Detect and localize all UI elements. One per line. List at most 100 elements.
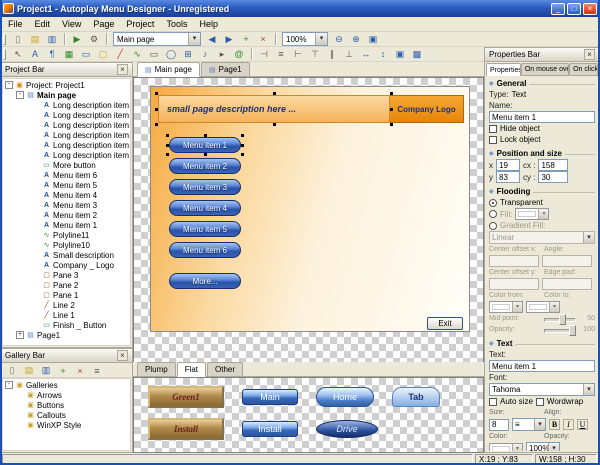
- properties-tab[interactable]: On click: [569, 63, 598, 75]
- gallery-thumbnail[interactable]: Main: [242, 389, 298, 405]
- gradient-type-select[interactable]: Linear▾: [489, 231, 595, 244]
- close-button[interactable]: ×: [583, 3, 597, 15]
- toolbar-grip[interactable]: [3, 49, 6, 60]
- tree-expand-toggle[interactable]: +: [16, 331, 24, 339]
- open-project-icon[interactable]: ▤: [27, 32, 43, 46]
- open-gallery-icon[interactable]: ▤: [21, 364, 37, 378]
- align-center-icon[interactable]: ≡: [273, 47, 289, 61]
- line-tool-icon[interactable]: ╱: [112, 47, 128, 61]
- add-gallery-item-icon[interactable]: +: [55, 364, 71, 378]
- menu-item[interactable]: View: [56, 19, 87, 29]
- tree-item[interactable]: ALong description item 3: [3, 130, 130, 140]
- align-left-icon[interactable]: ⊣: [256, 47, 272, 61]
- tree-item[interactable]: ▣Callouts: [3, 410, 130, 420]
- center-offset-x-input[interactable]: [489, 255, 539, 267]
- zoom-out-icon[interactable]: ⊖: [331, 32, 347, 46]
- rectangle-tool-icon[interactable]: ▭: [146, 47, 162, 61]
- wordwrap-checkbox[interactable]: [536, 398, 544, 406]
- image-tool-icon[interactable]: ▦: [61, 47, 77, 61]
- hide-object-checkbox[interactable]: [489, 125, 497, 133]
- text-opacity-select[interactable]: 100%▾: [526, 442, 560, 451]
- button-tool-icon[interactable]: ▭: [78, 47, 94, 61]
- page-tab[interactable]: ▤Page1: [201, 62, 250, 76]
- zoom-combobox[interactable]: 100% ▾: [282, 32, 328, 46]
- pointer-tool-icon[interactable]: ↖: [10, 47, 26, 61]
- dropdown-arrow-icon[interactable]: ▾: [315, 33, 327, 45]
- tree-item[interactable]: AMenu item 4: [3, 190, 130, 200]
- color-to-select[interactable]: ▾: [526, 301, 560, 313]
- tree-item[interactable]: -▣Project: Project1: [3, 80, 130, 90]
- new-gallery-icon[interactable]: ▯: [4, 364, 20, 378]
- tree-item[interactable]: ALong description item 4: [3, 120, 130, 130]
- properties-bar-close-button[interactable]: ×: [584, 49, 595, 60]
- fill-color-select[interactable]: ▾: [515, 208, 549, 220]
- tree-item[interactable]: AMenu item 5: [3, 180, 130, 190]
- tree-item[interactable]: +▤Page1: [3, 330, 130, 340]
- build-icon[interactable]: ⚙: [86, 32, 102, 46]
- menu-item[interactable]: Page: [87, 19, 120, 29]
- lock-object-checkbox[interactable]: [489, 136, 497, 144]
- gallery-thumbnail[interactable]: Home: [316, 387, 374, 407]
- menu-item-object[interactable]: Menu item 1: [169, 137, 241, 153]
- section-general[interactable]: ◆ General: [489, 77, 595, 89]
- minimize-button[interactable]: _: [551, 3, 565, 15]
- menu-item-object[interactable]: Menu item 2: [169, 158, 241, 174]
- tree-item[interactable]: ASmall description: [3, 250, 130, 260]
- tree-item[interactable]: AMenu item 2: [3, 210, 130, 220]
- preview-icon[interactable]: ▶: [69, 32, 85, 46]
- tree-expand-toggle[interactable]: -: [5, 81, 13, 89]
- tree-item[interactable]: ALong description item 6: [3, 100, 130, 110]
- align-bottom-icon[interactable]: ⊥: [341, 47, 357, 61]
- view-mode-icon[interactable]: ≡: [89, 364, 105, 378]
- gallery-tab[interactable]: Other: [207, 362, 243, 376]
- toolbar-grip[interactable]: [3, 34, 6, 45]
- sound-tool-icon[interactable]: ♪: [197, 47, 213, 61]
- next-page-icon[interactable]: ▶: [221, 32, 237, 46]
- page-combobox[interactable]: Main page ▾: [113, 32, 201, 46]
- tree-item[interactable]: ▢Pane 1: [3, 290, 130, 300]
- polyline-tool-icon[interactable]: ∿: [129, 47, 145, 61]
- properties-tab[interactable]: On mouse over: [521, 63, 569, 75]
- menu-item-object[interactable]: Menu item 3: [169, 179, 241, 195]
- text-color-select[interactable]: ▾: [489, 443, 523, 452]
- delete-page-icon[interactable]: ×: [255, 32, 271, 46]
- fill-radio[interactable]: [489, 210, 497, 218]
- gallery-thumbnail[interactable]: Drive: [316, 420, 378, 438]
- font-select[interactable]: Tahoma▾: [489, 383, 595, 396]
- menu-item[interactable]: Help: [193, 19, 224, 29]
- tree-item[interactable]: AMenu item 6: [3, 170, 130, 180]
- gallery-thumbnail[interactable]: Green1: [148, 386, 224, 408]
- tree-item[interactable]: ALong description item 5: [3, 110, 130, 120]
- more-button-object[interactable]: More...: [169, 273, 241, 289]
- y-input[interactable]: [496, 171, 520, 183]
- gallery-thumbnail[interactable]: Install: [242, 421, 298, 437]
- same-width-icon[interactable]: ↔: [358, 47, 374, 61]
- tree-item[interactable]: ▣Arrows: [3, 390, 130, 400]
- name-input[interactable]: [489, 111, 595, 123]
- bold-button[interactable]: B: [549, 419, 560, 430]
- web-tool-icon[interactable]: @: [231, 47, 247, 61]
- properties-tab[interactable]: Properties: [486, 63, 521, 76]
- italic-button[interactable]: I: [563, 419, 574, 430]
- delete-gallery-item-icon[interactable]: ×: [72, 364, 88, 378]
- tree-item[interactable]: ▭Finish _ Button: [3, 320, 130, 330]
- align-right-icon[interactable]: ⊢: [290, 47, 306, 61]
- menu-item[interactable]: Tools: [160, 19, 193, 29]
- new-project-icon[interactable]: ▯: [10, 32, 26, 46]
- exit-button-object[interactable]: Exit: [427, 317, 463, 330]
- transparent-radio[interactable]: [489, 199, 497, 207]
- align-select[interactable]: ≡▾: [512, 418, 546, 431]
- hotspot-tool-icon[interactable]: ⊞: [180, 47, 196, 61]
- tree-item[interactable]: AMenu item 1: [3, 220, 130, 230]
- video-tool-icon[interactable]: ▸: [214, 47, 230, 61]
- add-page-icon[interactable]: +: [238, 32, 254, 46]
- auto-size-checkbox[interactable]: [489, 398, 497, 406]
- gallery-tab[interactable]: Plump: [137, 362, 176, 376]
- tree-item[interactable]: AMenu item 3: [3, 200, 130, 210]
- project-bar-close-button[interactable]: ×: [117, 64, 128, 75]
- color-from-select[interactable]: ▾: [489, 301, 523, 313]
- cx-input[interactable]: [538, 159, 568, 171]
- menu-item[interactable]: File: [2, 19, 29, 29]
- tree-item[interactable]: ∿Polyline11: [3, 230, 130, 240]
- section-flooding[interactable]: ◆ Flooding: [489, 185, 595, 197]
